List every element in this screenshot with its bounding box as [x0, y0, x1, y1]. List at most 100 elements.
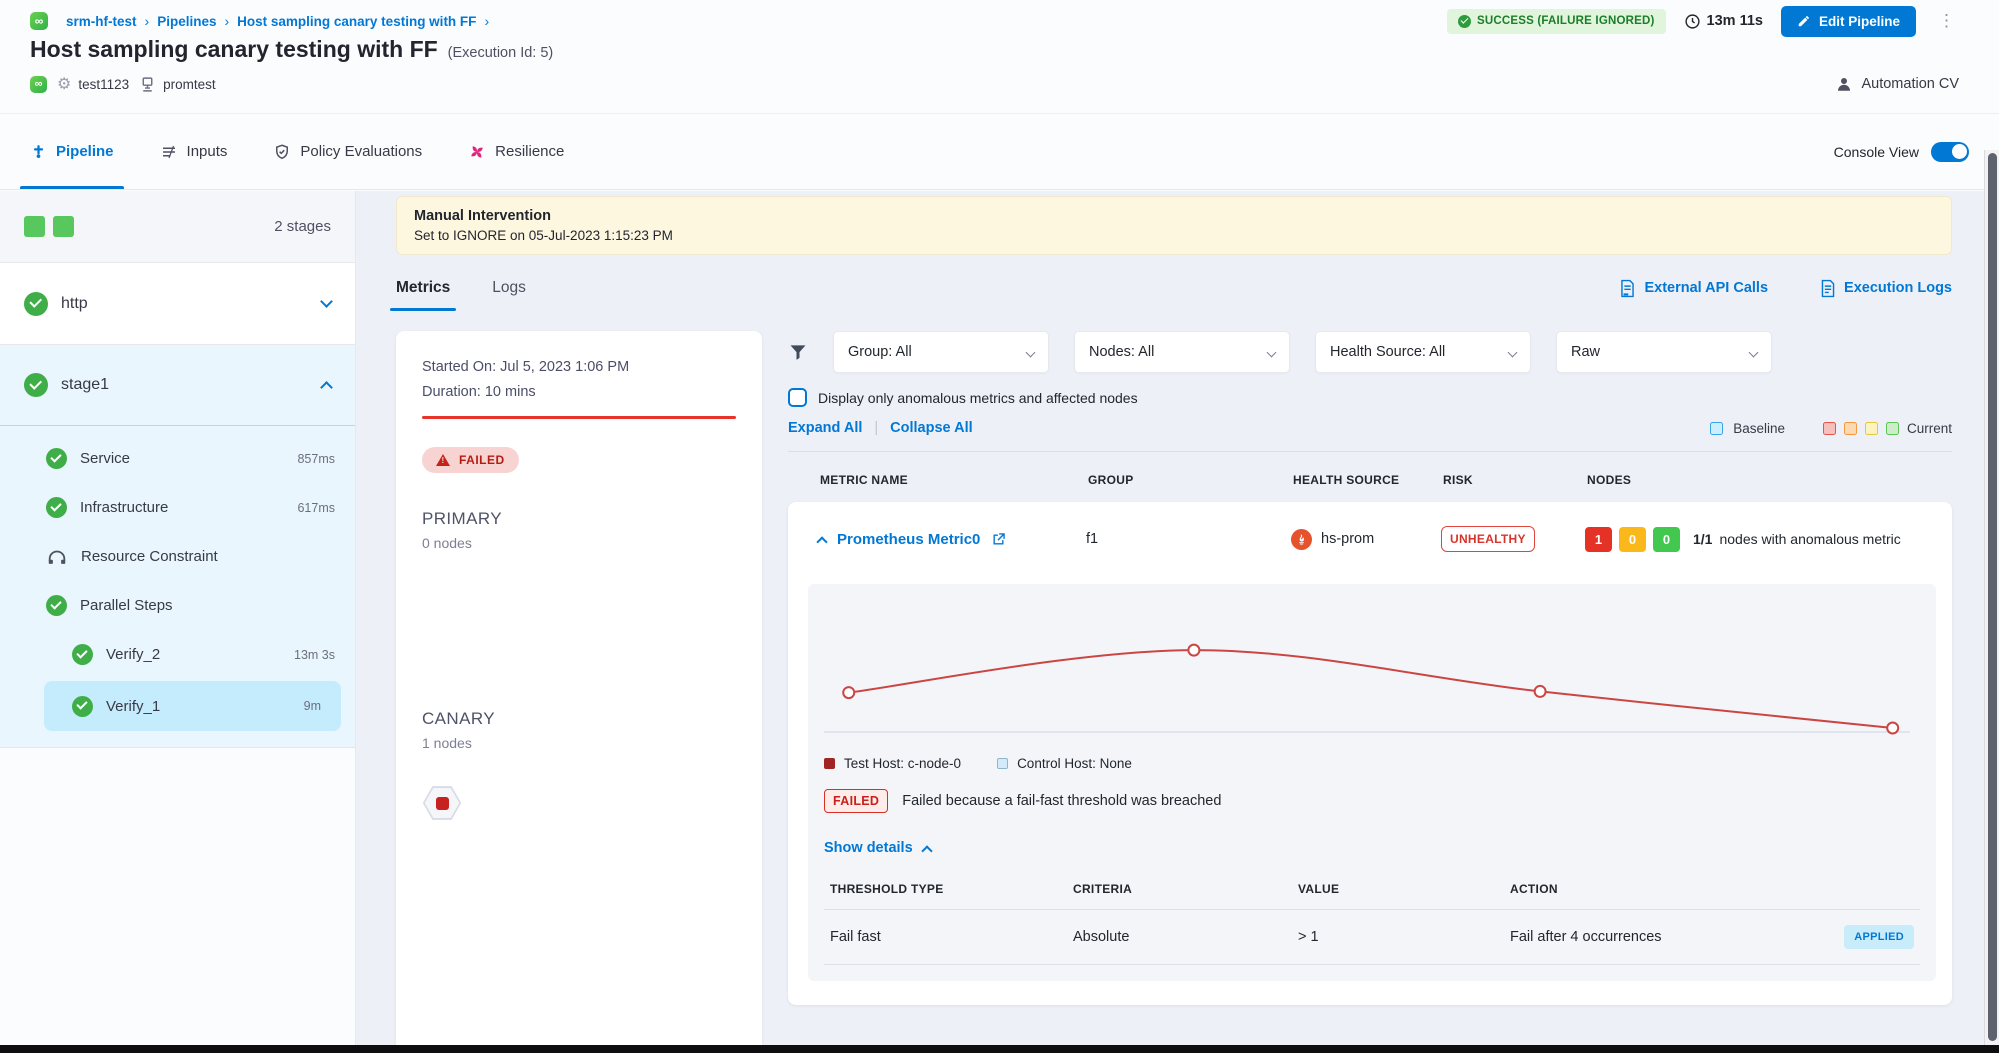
gear-icon: ⚙ — [57, 74, 71, 94]
shield-check-icon — [273, 143, 291, 161]
success-check-icon — [46, 497, 67, 518]
chevron-down-icon — [1508, 348, 1518, 358]
tab-pipeline[interactable]: Pipeline — [30, 114, 114, 189]
harness-logo-icon: ∞ — [30, 12, 48, 30]
execution-sidebar: 2 stages http stage1 Service 857ms — [0, 191, 356, 1045]
control-host-swatch — [997, 758, 1008, 769]
breadcrumb-separator: › — [224, 13, 229, 29]
node-count-observe[interactable]: 0 — [1619, 527, 1646, 552]
metric-line-chart[interactable] — [824, 604, 1910, 739]
control-host-legend: Control Host: None — [997, 756, 1132, 771]
tab-resilience[interactable]: Resilience — [468, 114, 564, 189]
step-verify-1[interactable]: Verify_1 9m — [44, 681, 341, 731]
node-count-unhealthy[interactable]: 1 — [1585, 527, 1612, 552]
tab-policy-evaluations[interactable]: Policy Evaluations — [273, 114, 422, 189]
chart-data-point[interactable] — [1887, 723, 1898, 734]
breadcrumb-pipelines[interactable]: Pipelines — [157, 14, 216, 29]
canary-node-hexagon[interactable] — [422, 785, 462, 821]
chevron-down-icon[interactable] — [320, 295, 333, 308]
execution-id: (Execution Id: 5) — [448, 45, 554, 61]
console-view-label: Console View — [1834, 144, 1919, 160]
step-service[interactable]: Service 857ms — [0, 434, 355, 483]
group-filter-select[interactable]: Group: All — [833, 331, 1049, 373]
node-count-healthy[interactable]: 0 — [1653, 527, 1680, 552]
collapse-all-link[interactable]: Collapse All — [890, 420, 972, 436]
chart-color-legend: Baseline Current — [1710, 421, 1952, 436]
user-icon — [1835, 75, 1853, 93]
step-parallel-steps[interactable]: Parallel Steps — [0, 581, 355, 630]
risk-badge-unhealthy: UNHEALTHY — [1441, 526, 1535, 552]
chevron-up-icon — [921, 845, 932, 856]
execution-logs-link[interactable]: Execution Logs — [1820, 279, 1952, 298]
triggered-by-user[interactable]: Automation CV — [1835, 75, 1959, 93]
test-host-legend: Test Host: c-node-0 — [824, 756, 961, 771]
step-resource-constraint[interactable]: Resource Constraint — [0, 532, 355, 581]
data-mode-select[interactable]: Raw — [1556, 331, 1772, 373]
chart-data-point[interactable] — [1188, 645, 1199, 656]
filter-funnel-icon[interactable] — [788, 342, 808, 362]
stage-success-square — [53, 216, 74, 237]
breadcrumb-project[interactable]: srm-hf-test — [66, 14, 137, 29]
stage-http[interactable]: http — [0, 263, 355, 345]
anomalous-only-label: Display only anomalous metrics and affec… — [818, 390, 1138, 406]
chevron-down-icon — [1026, 348, 1036, 358]
main-panel: Manual Intervention Set to IGNORE on 05-… — [356, 191, 1999, 1045]
breadcrumb-pipeline-name[interactable]: Host sampling canary testing with FF — [237, 14, 476, 29]
chevron-up-icon[interactable] — [320, 381, 333, 394]
collapse-metric-chevron[interactable] — [816, 536, 827, 547]
failed-progress-bar — [422, 416, 736, 419]
run-duration: Duration: 10 mins — [422, 384, 736, 400]
unhealthy-node-dot — [436, 797, 449, 810]
failed-badge: FAILED — [422, 447, 519, 473]
clock-icon — [1684, 13, 1701, 30]
page-scrollbar[interactable] — [1984, 150, 1999, 1045]
host-legend: Test Host: c-node-0 Control Host: None — [824, 756, 1920, 771]
anomalous-only-checkbox[interactable] — [788, 388, 807, 407]
threshold-table-header: THRESHOLD TYPE CRITERIA VALUE ACTION — [824, 882, 1920, 910]
page-header: ∞ srm-hf-test › Pipelines › Host samplin… — [0, 0, 1999, 113]
resilience-pinwheel-icon — [468, 143, 486, 161]
tab-metrics[interactable]: Metrics — [396, 265, 450, 311]
expand-all-link[interactable]: Expand All — [788, 420, 862, 436]
breadcrumb: ∞ srm-hf-test › Pipelines › Host samplin… — [30, 8, 1959, 34]
step-verify-2[interactable]: Verify_2 13m 3s — [0, 630, 355, 679]
api-document-icon — [1619, 279, 1636, 298]
environment-icon — [139, 76, 156, 93]
resource-constraint-icon — [46, 546, 68, 568]
step-infrastructure[interactable]: Infrastructure 617ms — [0, 483, 355, 532]
more-options-icon[interactable]: ⋮ — [1934, 11, 1959, 31]
stage-stage1-block: stage1 Service 857ms Infrastructure 617m… — [0, 345, 355, 748]
verify-step-tabbar: Metrics Logs External API Calls Executio… — [396, 265, 1952, 311]
edit-pipeline-button[interactable]: Edit Pipeline — [1781, 6, 1916, 37]
document-icon — [1820, 279, 1836, 298]
success-check-icon — [46, 448, 67, 469]
health-source-filter-select[interactable]: Health Source: All — [1315, 331, 1531, 373]
nodes-filter-select[interactable]: Nodes: All — [1074, 331, 1290, 373]
window-bottom-edge — [0, 1045, 1999, 1053]
success-check-icon — [72, 696, 93, 717]
console-view-toggle[interactable] — [1931, 142, 1969, 162]
scrollbar-thumb[interactable] — [1988, 153, 1997, 1041]
metric-name-link[interactable]: Prometheus Metric0 — [837, 531, 980, 548]
external-api-calls-link[interactable]: External API Calls — [1619, 279, 1768, 298]
environment-name[interactable]: promtest — [139, 76, 216, 93]
external-link-icon[interactable] — [991, 532, 1006, 547]
chevron-down-icon — [1749, 348, 1759, 358]
service-name[interactable]: ⚙ test1123 — [57, 74, 129, 94]
prometheus-icon — [1291, 529, 1312, 550]
chevron-down-icon — [1267, 348, 1277, 358]
stage-stage1[interactable]: stage1 — [0, 345, 355, 425]
tab-inputs[interactable]: Inputs — [160, 114, 228, 189]
status-badge: SUCCESS (FAILURE IGNORED) — [1447, 9, 1666, 34]
success-check-icon — [24, 373, 48, 397]
harness-service-icon: ∞ — [30, 76, 47, 93]
chart-data-point[interactable] — [1535, 686, 1546, 697]
metric-failed-badge: FAILED — [824, 789, 888, 813]
success-check-icon — [1458, 15, 1471, 28]
chart-data-point[interactable] — [843, 687, 854, 698]
verdict-row: FAILED Failed because a fail-fast thresh… — [824, 789, 1920, 813]
health-source-cell: hs-prom — [1291, 529, 1441, 550]
show-details-link[interactable]: Show details — [824, 840, 1920, 856]
tab-logs[interactable]: Logs — [492, 265, 526, 311]
current-swatch-red — [1823, 422, 1836, 435]
